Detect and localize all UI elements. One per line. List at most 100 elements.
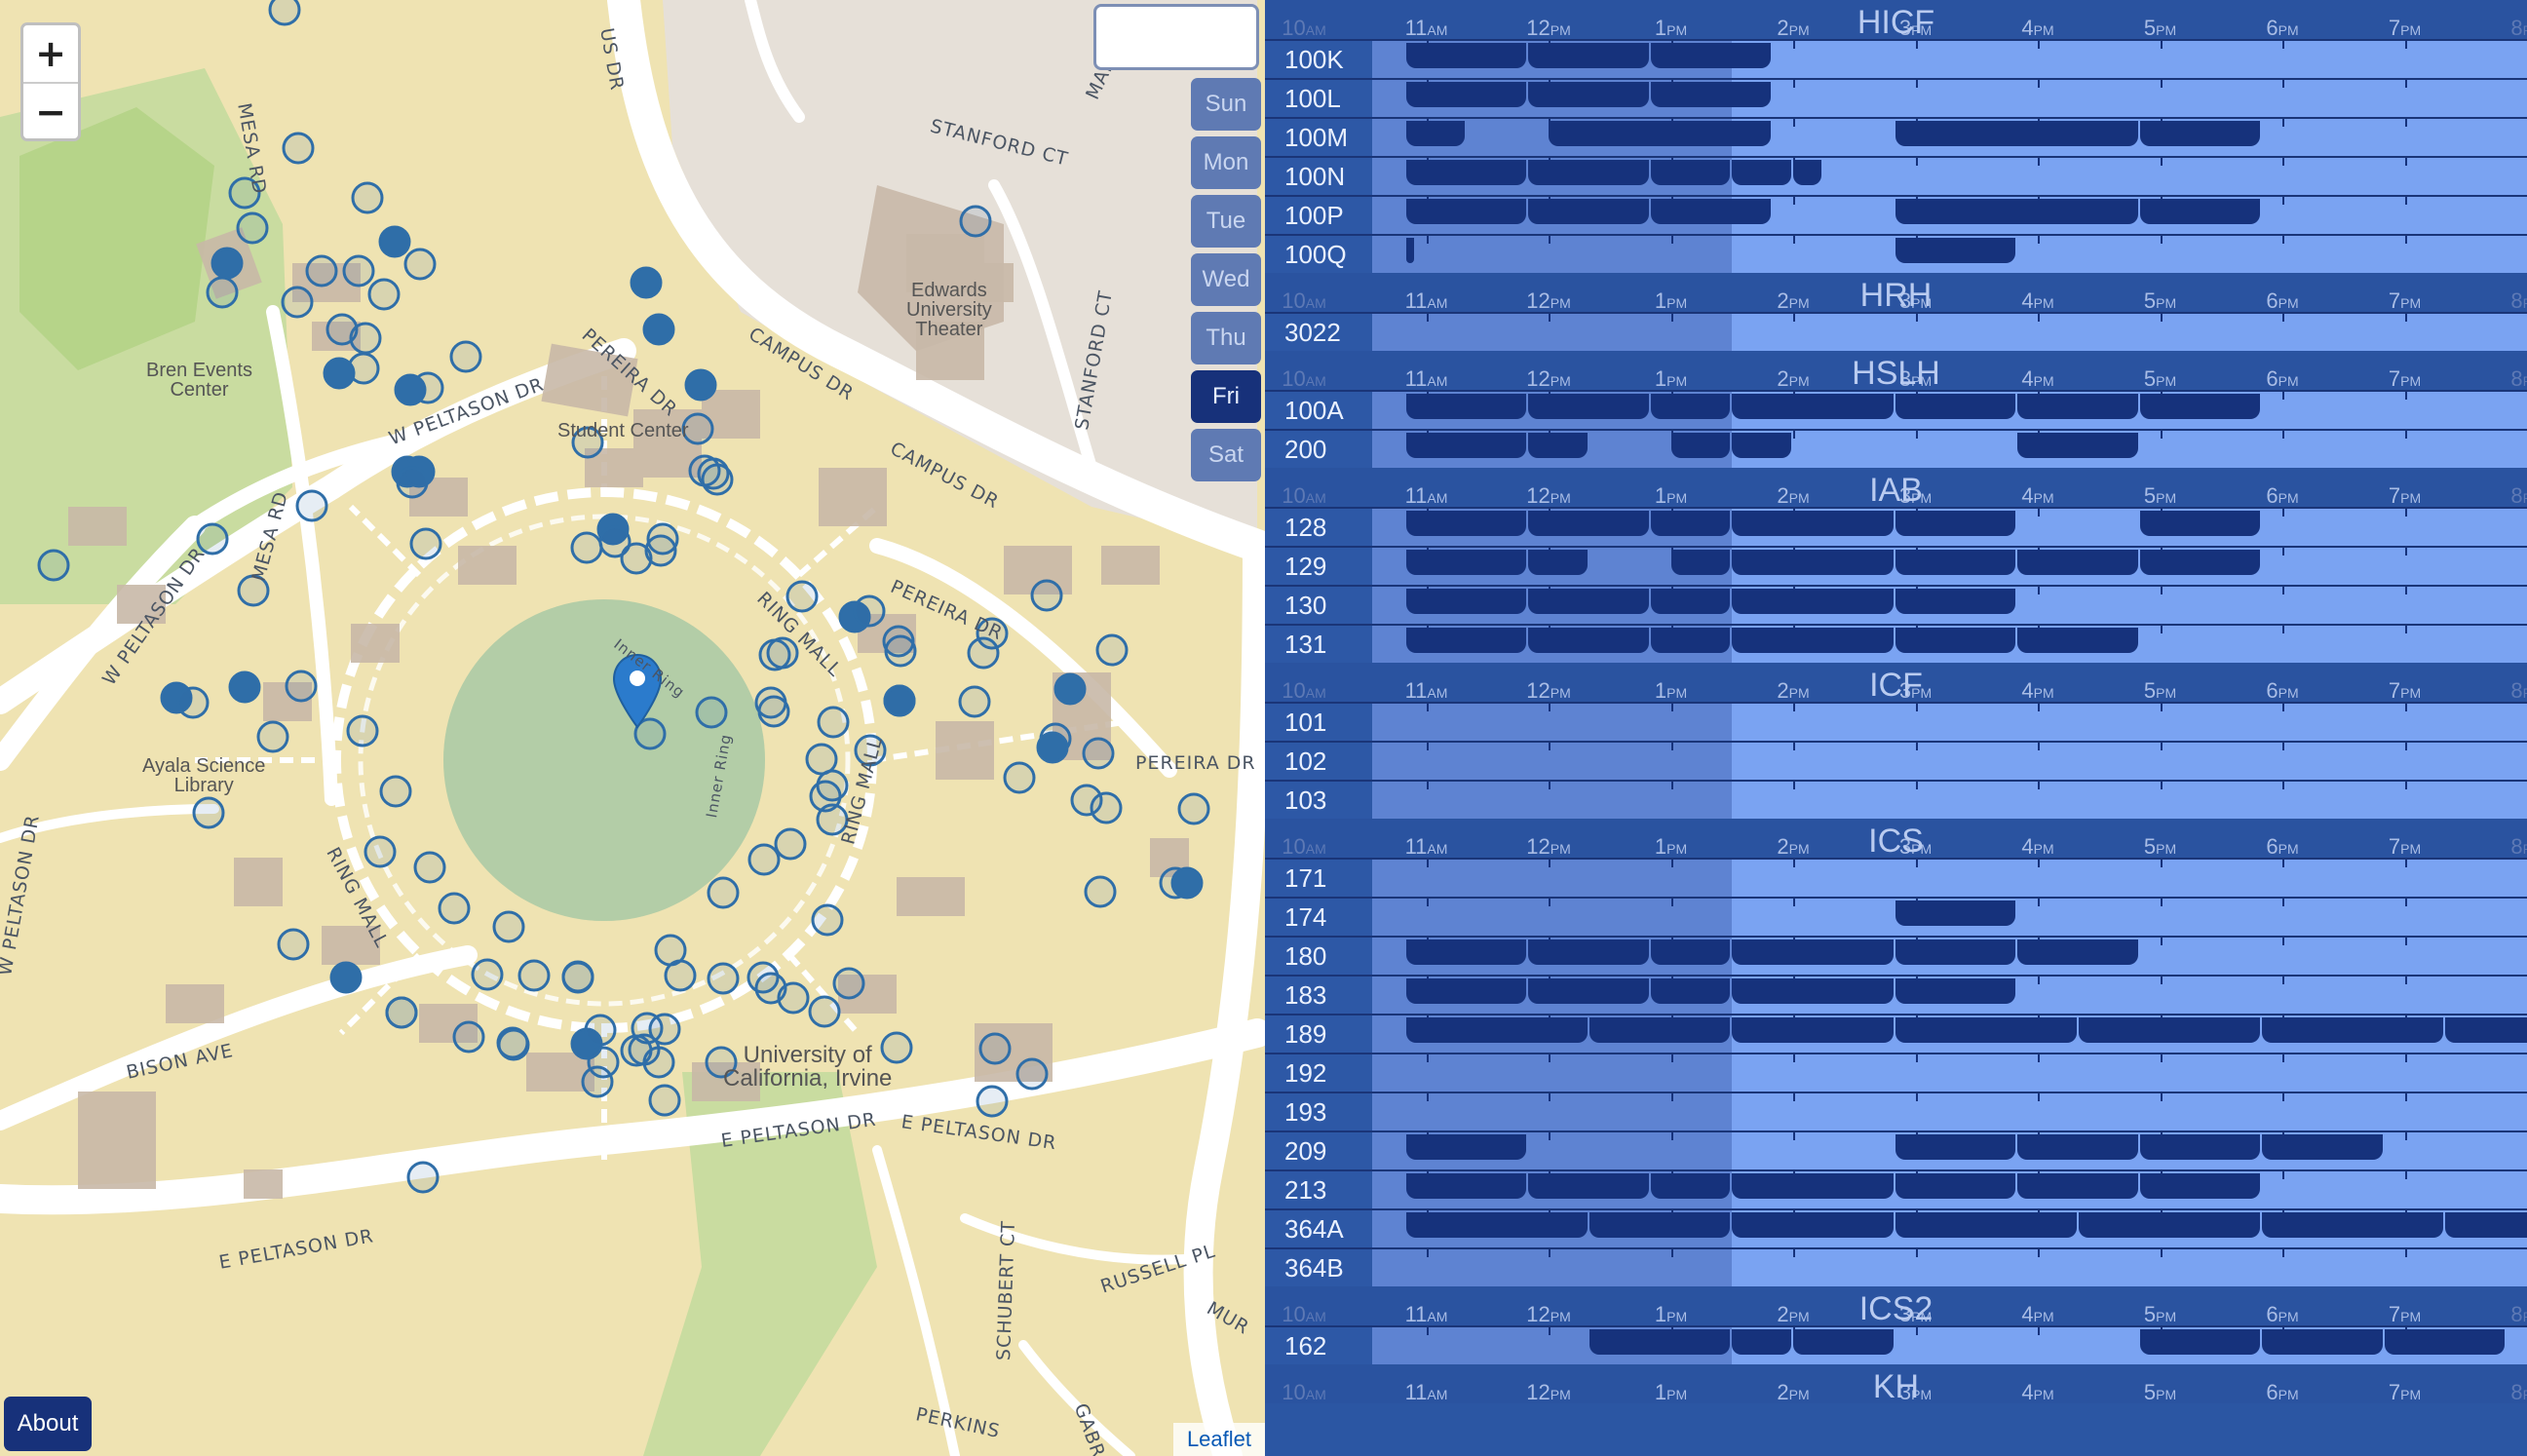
room-marker[interactable] (684, 368, 717, 402)
booked-block[interactable] (1732, 550, 1894, 575)
room-marker[interactable] (449, 340, 482, 373)
booked-block[interactable] (1405, 550, 1527, 575)
booked-block[interactable] (1528, 511, 1649, 536)
room-marker[interactable] (570, 531, 603, 564)
room-marker[interactable] (346, 714, 379, 747)
room-row[interactable]: 100Q (1265, 234, 2527, 273)
booked-block[interactable] (1405, 121, 1466, 146)
booked-block[interactable] (1895, 1134, 2016, 1160)
room-marker[interactable] (342, 254, 375, 287)
booked-block[interactable] (2139, 511, 2261, 536)
booked-block[interactable] (1895, 1173, 2016, 1199)
room-marker[interactable] (196, 522, 229, 556)
room-marker[interactable] (281, 286, 314, 319)
room-marker[interactable] (385, 996, 418, 1029)
booked-block[interactable] (1650, 43, 1772, 68)
room-row[interactable]: 209 (1265, 1130, 2527, 1169)
room-marker[interactable] (648, 1084, 681, 1117)
booked-block[interactable] (1528, 628, 1649, 653)
booked-block[interactable] (2017, 1173, 2138, 1199)
booked-block[interactable] (1528, 199, 1649, 224)
day-button-mon[interactable]: Mon (1191, 136, 1261, 189)
booked-block[interactable] (1650, 589, 1731, 614)
room-marker[interactable] (707, 962, 740, 995)
booked-block[interactable] (1528, 394, 1649, 419)
booked-block[interactable] (1732, 1212, 1894, 1238)
room-row[interactable]: 103 (1265, 780, 2527, 819)
room-marker[interactable] (642, 1046, 675, 1079)
booked-block[interactable] (1589, 1212, 1731, 1238)
room-marker[interactable] (1177, 792, 1210, 825)
booked-block[interactable] (2017, 394, 2138, 419)
room-marker[interactable] (367, 278, 401, 311)
booked-block[interactable] (2017, 939, 2138, 965)
booked-block[interactable] (1405, 433, 1527, 458)
room-marker[interactable] (630, 266, 663, 299)
booked-block[interactable] (1650, 82, 1772, 107)
room-marker[interactable] (394, 373, 427, 406)
room-marker[interactable] (323, 357, 356, 390)
room-marker[interactable] (413, 851, 446, 884)
room-marker[interactable] (305, 254, 338, 287)
room-marker[interactable] (1070, 784, 1103, 817)
room-row[interactable]: 100K (1265, 39, 2527, 78)
booked-block[interactable] (2078, 1212, 2261, 1238)
booked-block[interactable] (1650, 160, 1731, 185)
booked-block[interactable] (1732, 1173, 1894, 1199)
booked-block[interactable] (1732, 589, 1894, 614)
room-marker[interactable] (517, 959, 551, 992)
booked-block[interactable] (1528, 43, 1649, 68)
room-row[interactable]: 162 (1265, 1325, 2527, 1364)
room-marker[interactable] (561, 961, 594, 994)
zoom-in-button[interactable]: + (23, 25, 78, 82)
booked-block[interactable] (1895, 939, 2016, 965)
room-marker[interactable] (1084, 875, 1117, 908)
booked-block[interactable] (2139, 394, 2261, 419)
booked-block[interactable] (1528, 550, 1588, 575)
booked-block[interactable] (1405, 628, 1527, 653)
booked-block[interactable] (1895, 394, 2016, 419)
booked-block[interactable] (1405, 238, 1415, 263)
booked-block[interactable] (1895, 900, 2016, 926)
room-marker[interactable] (644, 534, 677, 567)
room-marker[interactable] (774, 827, 807, 861)
booked-block[interactable] (2139, 550, 2261, 575)
booked-block[interactable] (1793, 1329, 1894, 1355)
room-marker[interactable] (492, 910, 525, 943)
booked-block[interactable] (1405, 1173, 1527, 1199)
booked-block[interactable] (1732, 394, 1894, 419)
room-marker[interactable] (1095, 633, 1129, 667)
booked-block[interactable] (1405, 394, 1527, 419)
room-row[interactable]: 183 (1265, 975, 2527, 1014)
booked-block[interactable] (1895, 550, 2016, 575)
booked-block[interactable] (1589, 1329, 1731, 1355)
room-row[interactable]: 364B (1265, 1247, 2527, 1286)
room-marker[interactable] (976, 1085, 1009, 1118)
room-marker[interactable] (497, 1028, 530, 1061)
room-marker[interactable] (832, 967, 865, 1000)
booked-block[interactable] (1895, 978, 2016, 1004)
room-marker[interactable] (438, 892, 471, 925)
booked-block[interactable] (1732, 628, 1894, 653)
booked-block[interactable] (1405, 939, 1527, 965)
booked-block[interactable] (1670, 550, 1731, 575)
room-row[interactable]: 128 (1265, 507, 2527, 546)
room-marker[interactable] (471, 958, 504, 991)
room-row[interactable]: 102 (1265, 741, 2527, 780)
booked-block[interactable] (1405, 82, 1527, 107)
about-button[interactable]: About (4, 1397, 92, 1451)
room-marker[interactable] (378, 225, 411, 258)
room-marker[interactable] (403, 248, 437, 281)
booked-block[interactable] (2139, 1173, 2261, 1199)
room-marker[interactable] (1170, 866, 1204, 900)
room-marker[interactable] (701, 463, 734, 496)
booked-block[interactable] (2384, 1329, 2506, 1355)
booked-block[interactable] (1650, 511, 1731, 536)
booked-block[interactable] (1589, 1017, 1731, 1043)
booked-block[interactable] (1793, 160, 1822, 185)
room-marker[interactable] (1036, 731, 1069, 764)
booked-block[interactable] (2262, 1212, 2444, 1238)
booked-block[interactable] (1650, 394, 1731, 419)
booked-block[interactable] (1895, 121, 2138, 146)
booked-block[interactable] (1405, 160, 1527, 185)
